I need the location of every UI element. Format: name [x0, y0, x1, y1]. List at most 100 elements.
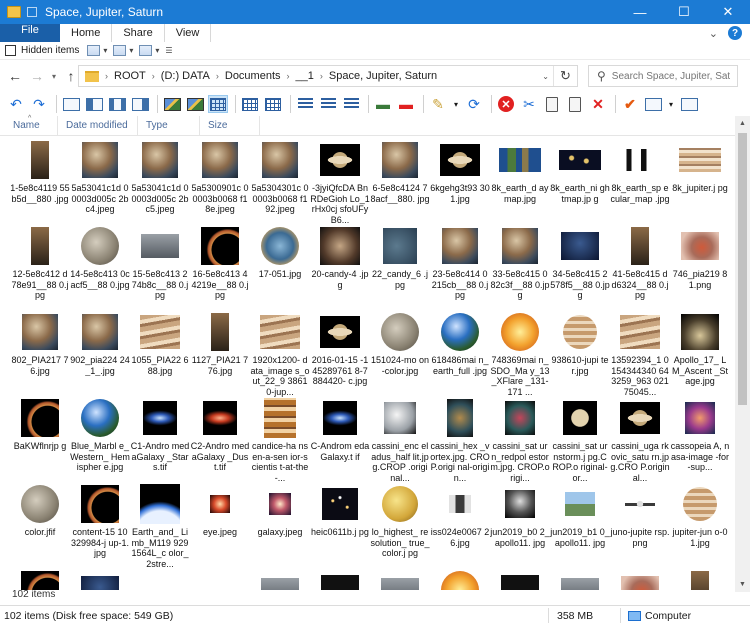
select-all-icon[interactable]: [643, 95, 663, 113]
file-item[interactable]: 802_PIA217 76.jpg: [10, 312, 70, 398]
column-type[interactable]: Type: [138, 115, 200, 136]
undo-icon[interactable]: ↶: [6, 95, 26, 113]
file-item[interactable]: 151024-mo on-color.jpg: [370, 312, 430, 398]
properties-dropdown-icon[interactable]: ▾: [451, 95, 461, 113]
sort-dropdown-icon[interactable]: ▾: [129, 46, 133, 55]
details-pane-icon[interactable]: [130, 95, 150, 113]
breadcrumb-drive[interactable]: (D:) DATA: [161, 70, 210, 82]
file-item[interactable]: color.jfif: [10, 484, 70, 570]
vertical-scrollbar[interactable]: ▲ ▼: [735, 116, 750, 592]
file-item[interactable]: iss024e0067 26.jpg: [430, 484, 490, 570]
file-item[interactable]: juno-jupite rsp.png: [610, 484, 670, 570]
column-size[interactable]: Size: [200, 115, 260, 136]
customize-toolbar-icon[interactable]: ☰: [165, 46, 172, 55]
minimize-button[interactable]: —: [618, 0, 662, 24]
file-item[interactable]: Earth_and_ Limb_M119 9291564L_c olor_2st…: [130, 484, 190, 570]
file-item[interactable]: cassini_uga rkovic_satu rn.jpg.CRO P.ori…: [610, 398, 670, 484]
file-item[interactable]: [70, 570, 130, 590]
nav-pane-icon[interactable]: [84, 95, 104, 113]
file-item[interactable]: [10, 570, 70, 590]
content-view-icon[interactable]: [341, 95, 361, 113]
medium-icons-icon[interactable]: [208, 95, 228, 113]
file-item[interactable]: jupiter-jun o-01.jpg: [670, 484, 730, 570]
file-item[interactable]: Blue_Marbl e_Western_ Hemispher e.jpg: [70, 398, 130, 484]
file-item[interactable]: C1-Andro medaGalaxy _Stars.tif: [130, 398, 190, 484]
list-icon[interactable]: [263, 95, 283, 113]
delete-icon[interactable]: ✕: [588, 95, 608, 113]
file-item[interactable]: 2016-01-15 -145289761 8-7884420- c.jpg: [310, 312, 370, 398]
ribbon-expand-icon[interactable]: ⌄: [709, 27, 718, 40]
layout-dropdown-icon[interactable]: ▾: [103, 46, 107, 55]
file-item[interactable]: 33-5e8c415 082c3f__88 0.jpg: [490, 226, 550, 312]
file-item[interactable]: 5a5304301c 00003b0068 f192.jpeg: [250, 140, 310, 226]
scrollbar-thumb[interactable]: [738, 133, 747, 405]
file-item[interactable]: 1055_PIA22 688.jpg: [130, 312, 190, 398]
file-item[interactable]: 746_pia219 81.png: [670, 226, 730, 312]
breadcrumb-documents[interactable]: Documents: [225, 70, 281, 82]
layout-icon[interactable]: [87, 45, 101, 56]
file-item[interactable]: content-15 10329984-j up-1.jpg: [70, 484, 130, 570]
file-item[interactable]: C-Androm edaGalaxy.t if: [310, 398, 370, 484]
breadcrumb-folder-1[interactable]: __1: [296, 70, 314, 82]
file-item[interactable]: 15-5e8c413 274b8c__88 0.jpg: [130, 226, 190, 312]
file-item[interactable]: 1127_PIA21 776.jpg: [190, 312, 250, 398]
file-item[interactable]: [370, 570, 430, 590]
maximize-button[interactable]: ☐: [662, 0, 706, 24]
file-item[interactable]: 618486mai n_earth_full .jpg: [430, 312, 490, 398]
paste-icon[interactable]: [565, 95, 585, 113]
file-item[interactable]: 41-5e8c415 dd6324__88 0.jpg: [610, 226, 670, 312]
search-input[interactable]: [611, 70, 730, 82]
file-item[interactable]: 5a53041c1d 00003d005c 2bc5.jpeg: [130, 140, 190, 226]
file-item[interactable]: 22_candy_6 .jpg: [370, 226, 430, 312]
file-item[interactable]: 12-5e8c412 d78e91__88 0.jpg: [10, 226, 70, 312]
tab-home[interactable]: Home: [60, 24, 113, 42]
file-item[interactable]: 902_pia224 24_1_.jpg: [70, 312, 130, 398]
file-item[interactable]: [250, 570, 310, 590]
file-item[interactable]: 8k_earth_d aymap.jpg: [490, 140, 550, 226]
back-button[interactable]: ←: [4, 68, 26, 84]
file-item[interactable]: 6-5e8c4124 78acf__880. jpg: [370, 140, 430, 226]
file-item[interactable]: [550, 570, 610, 590]
file-item[interactable]: 8k_jupiter.j pg: [670, 140, 730, 226]
tab-view[interactable]: View: [164, 24, 212, 42]
refresh-view-icon[interactable]: ⟳: [464, 95, 484, 113]
file-item[interactable]: eye.jpeg: [190, 484, 250, 570]
rename-icon[interactable]: [679, 95, 699, 113]
recent-locations-icon[interactable]: ▾: [48, 72, 60, 81]
refresh-icon[interactable]: ↻: [553, 66, 577, 86]
file-item[interactable]: jun2019_b1 0_apollo11. jpg: [550, 484, 610, 570]
file-item[interactable]: cassini_enc eladus_half lit.jpg.CROP .or…: [370, 398, 430, 484]
file-item[interactable]: 34-5e8c415 2578f5__88 0.jpg: [550, 226, 610, 312]
search-box[interactable]: ⚲: [588, 65, 738, 87]
help-icon[interactable]: ?: [728, 26, 742, 40]
disconnect-drive-icon[interactable]: ▬: [396, 95, 416, 113]
file-item[interactable]: 1920x1200- data_image s_out_22_9 38610-j…: [250, 312, 310, 398]
preview-pane-icon[interactable]: [107, 95, 127, 113]
file-item[interactable]: BaKWflnrjp g: [10, 398, 70, 484]
file-item[interactable]: cassini_hex _vortex.jpg. CROP.origi nal-…: [430, 398, 490, 484]
small-icons-icon[interactable]: [240, 95, 260, 113]
file-item[interactable]: cassini_sat urn_redpol estorm.jpg. CROP.…: [490, 398, 550, 484]
file-item[interactable]: 20-candy-4 .jpg: [310, 226, 370, 312]
file-item[interactable]: 1-5e8c4119 55b5d__880 .jpg: [10, 140, 70, 226]
file-item[interactable]: C2-Andro medaGalaxy _Dust.tif: [190, 398, 250, 484]
breadcrumb-current[interactable]: Space, Jupiter, Saturn: [329, 70, 437, 82]
file-item[interactable]: candice-ha nsen-a-sen ior-scientis t-at-…: [250, 398, 310, 484]
file-item[interactable]: [190, 570, 250, 590]
select-dropdown-icon[interactable]: ▾: [666, 95, 676, 113]
forward-button[interactable]: →: [26, 68, 48, 84]
file-item[interactable]: [430, 570, 490, 590]
file-item[interactable]: heic0611b.j pg: [310, 484, 370, 570]
address-dropdown-icon[interactable]: ⌄: [542, 72, 549, 81]
column-date-modified[interactable]: Date modified: [58, 115, 138, 136]
file-item[interactable]: [670, 570, 730, 590]
map-drive-icon[interactable]: ▬: [373, 95, 393, 113]
extra-large-icons-icon[interactable]: [162, 95, 182, 113]
file-item[interactable]: [130, 570, 190, 590]
file-item[interactable]: 14-5e8c413 0cacf5__88 0.jpg: [70, 226, 130, 312]
file-item[interactable]: 5a5300901c 00003b0068 f18e.jpeg: [190, 140, 250, 226]
file-item[interactable]: 16-5e8c413 44219e__88 0.jpg: [190, 226, 250, 312]
properties-icon[interactable]: ✎: [428, 95, 448, 113]
file-item[interactable]: cassopeia A, nasa-image -for-sup...: [670, 398, 730, 484]
file-item[interactable]: [490, 570, 550, 590]
